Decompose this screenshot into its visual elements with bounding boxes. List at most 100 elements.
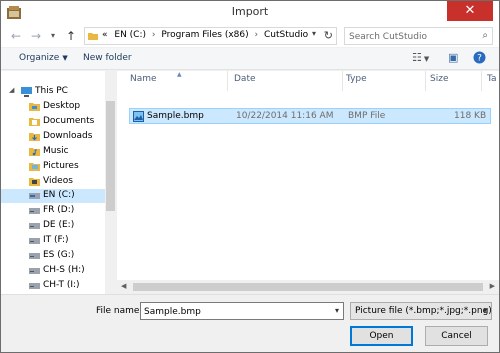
close-button[interactable]: ✕ — [447, 1, 493, 21]
help-button[interactable]: ? — [473, 51, 486, 67]
nav-item-this-pc[interactable]: ◢ This PC — [1, 85, 106, 99]
column-header-name[interactable]: Name — [130, 74, 157, 84]
title-bar: Import ✕ — [1, 1, 499, 25]
expand-chevron-icon[interactable]: ◢ — [9, 86, 14, 94]
new-folder-label: New folder — [83, 53, 132, 63]
nav-item-it-f[interactable]: IT (F:) — [1, 234, 106, 248]
address-bar[interactable]: « EN (C:) › Program Files (x86) › CutStu… — [84, 27, 337, 45]
nav-item-de-e[interactable]: DE (E:) — [1, 219, 106, 233]
column-header-tags[interactable]: Ta — [487, 74, 497, 84]
nav-item-music[interactable]: Music — [1, 145, 106, 159]
refresh-icon[interactable]: ↻ — [324, 29, 333, 42]
search-icon[interactable]: ⌕ — [482, 30, 488, 41]
downloads-folder-icon — [29, 133, 40, 141]
search-box[interactable]: ⌕ — [344, 27, 493, 45]
open-button[interactable]: Open — [350, 326, 413, 346]
breadcrumb-separator[interactable]: › — [152, 30, 156, 40]
nav-item-ch-s-h[interactable]: CH-S (H:) — [1, 264, 106, 278]
music-folder-icon — [29, 148, 40, 156]
nav-item-videos[interactable]: Videos — [1, 175, 106, 189]
pictures-folder-icon — [29, 163, 40, 171]
nav-item-en-c[interactable]: EN (C:) — [1, 189, 106, 203]
computer-icon — [21, 87, 32, 97]
forward-button[interactable]: → — [28, 28, 44, 44]
help-icon: ? — [473, 51, 486, 64]
nav-item-label: Downloads — [43, 131, 93, 141]
organize-label: Organize — [19, 53, 60, 63]
drive-icon — [29, 283, 40, 289]
preview-pane-icon: ▣ — [448, 51, 459, 64]
arrow-up-icon: ↑ — [65, 29, 77, 43]
column-divider[interactable] — [227, 71, 228, 91]
bitmap-file-icon — [133, 111, 144, 122]
nav-item-label: Documents — [43, 116, 95, 126]
chevron-down-icon: ▼ — [423, 55, 430, 63]
chevron-down-icon: ▾ — [482, 306, 487, 315]
column-divider[interactable] — [481, 71, 482, 91]
new-folder-button[interactable]: New folder — [83, 53, 132, 63]
search-input[interactable] — [349, 30, 474, 43]
file-type-value: Picture file (*.bmp;*.jpg;*.png) — [355, 306, 492, 316]
nav-item-label: IT (F:) — [43, 235, 69, 245]
chevron-down-icon: ▾ — [50, 31, 55, 40]
scrollbar-thumb[interactable] — [133, 283, 483, 291]
breadcrumb-separator[interactable]: › — [255, 30, 259, 40]
column-header-date[interactable]: Date — [234, 74, 256, 84]
preview-pane-button[interactable]: ▣ — [448, 51, 458, 67]
column-divider[interactable] — [342, 71, 343, 91]
import-dialog: Import ✕ ← → ▾ ↑ « EN (C:) › Program Fil… — [0, 0, 500, 353]
nav-item-desktop[interactable]: Desktop — [1, 100, 106, 114]
chevron-down-icon[interactable]: ▾ — [335, 306, 339, 315]
nav-item-downloads[interactable]: Downloads — [1, 130, 106, 144]
drive-icon — [29, 253, 40, 259]
nav-item-label: ES (G:) — [43, 250, 75, 260]
nav-item-label: FR (D:) — [43, 205, 75, 215]
drive-icon — [29, 268, 40, 274]
organize-button[interactable]: Organize ▼ — [19, 53, 68, 63]
nav-item-fr-d[interactable]: FR (D:) — [1, 204, 106, 218]
nav-pane-scrollbar[interactable] — [105, 71, 116, 294]
recent-locations-button[interactable]: ▾ — [45, 28, 61, 44]
nav-item-label: This PC — [35, 86, 68, 96]
view-options-button[interactable]: ☷ ▼ — [412, 51, 429, 67]
drive-icon — [29, 193, 40, 199]
file-type-cell: BMP File — [348, 111, 386, 121]
arrow-right-icon: → — [30, 29, 42, 43]
scrollbar-thumb[interactable] — [106, 101, 115, 211]
nav-item-documents[interactable]: Documents — [1, 115, 106, 129]
chevron-down-icon: ▼ — [62, 54, 68, 62]
desktop-folder-icon — [29, 103, 40, 111]
file-name-combobox[interactable]: ▾ — [140, 302, 344, 320]
nav-item-label: Music — [43, 146, 69, 156]
nav-item-es-g[interactable]: ES (G:) — [1, 249, 106, 263]
file-type-select[interactable]: Picture file (*.bmp;*.jpg;*.png) ▾ — [350, 302, 492, 320]
nav-item-label: CH-T (I:) — [43, 280, 80, 290]
file-list-pane: ▲ Name Date Type Size Ta Sample.bmp 10/2… — [117, 71, 499, 294]
breadcrumb-item-program-files[interactable]: Program Files (x86) — [161, 30, 248, 40]
file-name-input[interactable] — [144, 305, 324, 318]
address-dropdown-icon[interactable]: ▾ — [312, 29, 316, 38]
view-details-icon: ☷ — [412, 51, 422, 64]
file-date-cell: 10/22/2014 11:16 AM — [236, 111, 334, 121]
file-row[interactable]: Sample.bmp 10/22/2014 11:16 AM BMP File … — [129, 108, 491, 124]
cancel-button[interactable]: Cancel — [425, 326, 488, 346]
nav-item-pictures[interactable]: Pictures — [1, 160, 106, 174]
nav-item-label: Pictures — [43, 161, 79, 171]
scroll-right-icon[interactable]: ▶ — [490, 282, 495, 290]
nav-item-label: Videos — [43, 176, 73, 186]
cancel-button-label: Cancel — [441, 331, 472, 341]
column-header-size[interactable]: Size — [430, 74, 448, 84]
up-button[interactable]: ↑ — [63, 28, 79, 44]
breadcrumb-item-cutstudio[interactable]: CutStudio — [264, 30, 308, 40]
arrow-left-icon: ← — [10, 29, 22, 43]
breadcrumb-item-en-c[interactable]: EN (C:) — [114, 30, 146, 40]
column-header-type[interactable]: Type — [346, 74, 367, 84]
drive-icon — [29, 223, 40, 229]
column-divider[interactable] — [425, 71, 426, 91]
scroll-left-icon[interactable]: ◀ — [121, 282, 126, 290]
nav-item-ch-t-i[interactable]: CH-T (I:) — [1, 279, 106, 293]
breadcrumb-overflow[interactable]: « — [102, 30, 108, 40]
navigation-bar: ← → ▾ ↑ « EN (C:) › Program Files (x86) … — [1, 25, 499, 47]
back-button[interactable]: ← — [8, 28, 24, 44]
horizontal-scrollbar[interactable]: ◀ ▶ — [117, 280, 499, 294]
